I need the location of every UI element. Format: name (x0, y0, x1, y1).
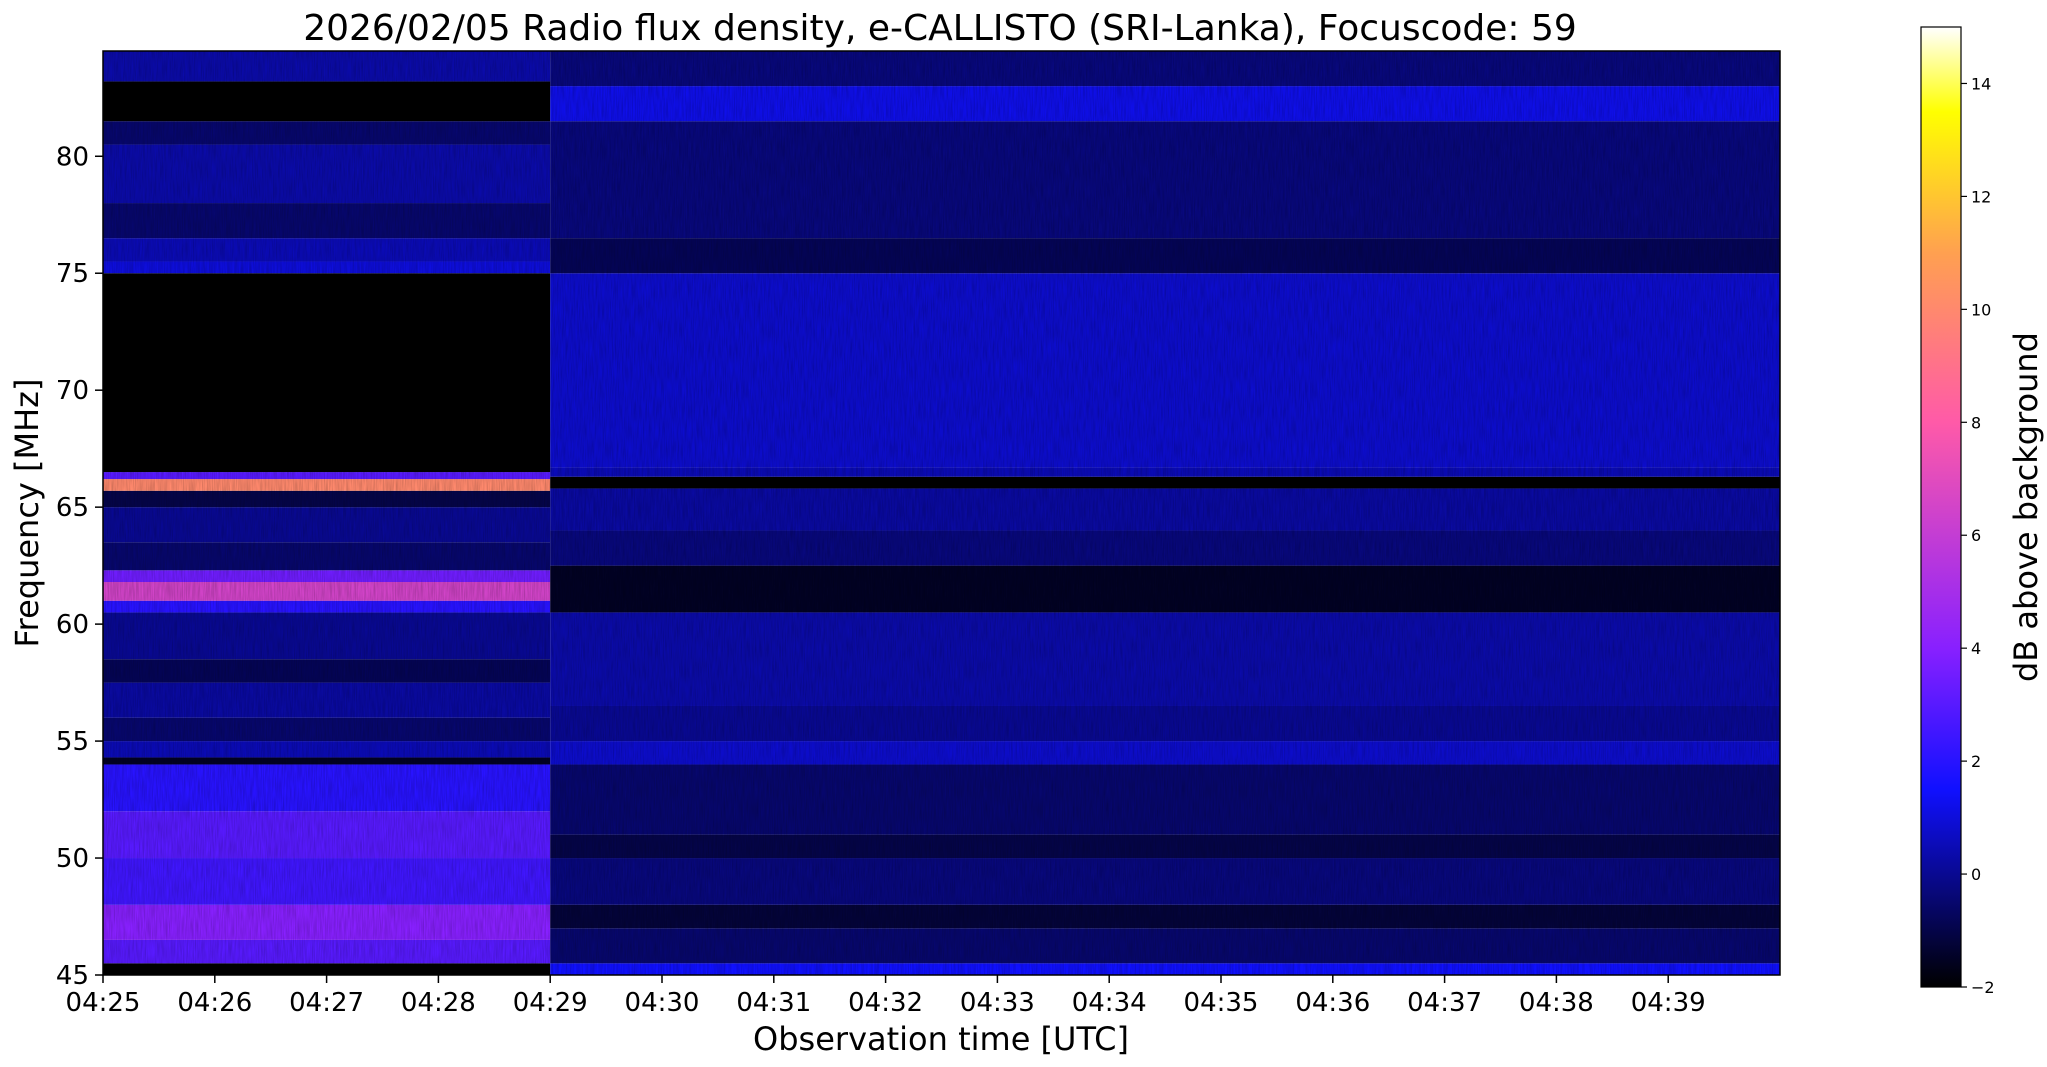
x-tick-label: 04:25 (66, 988, 141, 1018)
y-tick-label: 65 (56, 493, 89, 523)
x-axis-label: Observation time [UTC] (753, 1020, 1129, 1058)
x-tick-label: 04:38 (1519, 988, 1594, 1018)
colorbar-tick-label: 6 (1971, 526, 1981, 545)
y-axis-label: Frequency [MHz] (8, 379, 46, 648)
y-tick-label: 70 (56, 376, 89, 406)
colorbar-tick-label: 12 (1971, 187, 1991, 206)
x-tick-label: 04:34 (1072, 988, 1147, 1018)
x-tick-label: 04:26 (177, 988, 252, 1018)
y-tick-label: 55 (56, 727, 89, 757)
spectrogram-figure: 2026/02/05 Radio flux density, e-CALLIST… (8, 8, 2045, 1058)
x-tick-label: 04:33 (960, 988, 1035, 1018)
x-tick-label: 04:36 (1295, 988, 1370, 1018)
colorbar-label: dB above background (2007, 332, 2045, 682)
colorbar-tick-label: 14 (1971, 74, 1991, 93)
colorbar-tick-label: 0 (1971, 865, 1981, 884)
x-tick-label: 04:29 (513, 988, 588, 1018)
chart-title: 2026/02/05 Radio flux density, e-CALLIST… (303, 8, 1577, 49)
y-tick-label: 80 (56, 142, 89, 172)
x-tick-label: 04:27 (289, 988, 364, 1018)
x-tick-label: 04:30 (625, 988, 700, 1018)
y-tick-label: 50 (56, 844, 89, 874)
noise-texture-overlay (103, 51, 1780, 975)
x-tick-label: 04:32 (848, 988, 923, 1018)
colorbar-tick-label: −2 (1971, 978, 1995, 997)
colorbar-ticks: −2 0 2 4 6 8 10 12 14 (1961, 74, 1995, 997)
y-tick-label: 75 (56, 259, 89, 289)
y-axis: 45 50 55 60 65 70 75 80 (56, 142, 103, 991)
x-tick-label: 04:39 (1631, 988, 1706, 1018)
colorbar-tick-label: 4 (1971, 639, 1981, 658)
colorbar-tick-label: 2 (1971, 752, 1981, 771)
y-tick-label: 45 (56, 961, 89, 991)
colorbar-tick-label: 10 (1971, 300, 1991, 319)
colorbar-scale (1920, 26, 1962, 988)
colorbar-tick-label: 8 (1971, 413, 1981, 432)
x-tick-label: 04:31 (736, 988, 811, 1018)
x-axis: 04:25 04:26 04:27 04:28 04:29 04:30 04:31 04:32… (66, 975, 1706, 1018)
y-tick-label: 60 (56, 610, 89, 640)
x-tick-label: 04:35 (1184, 988, 1259, 1018)
x-tick-label: 04:28 (401, 988, 476, 1018)
plot-area (102, 50, 1781, 976)
colorbar: −2 0 2 4 6 8 10 12 14 dB above background (1920, 26, 2045, 997)
x-tick-label: 04:37 (1407, 988, 1482, 1018)
